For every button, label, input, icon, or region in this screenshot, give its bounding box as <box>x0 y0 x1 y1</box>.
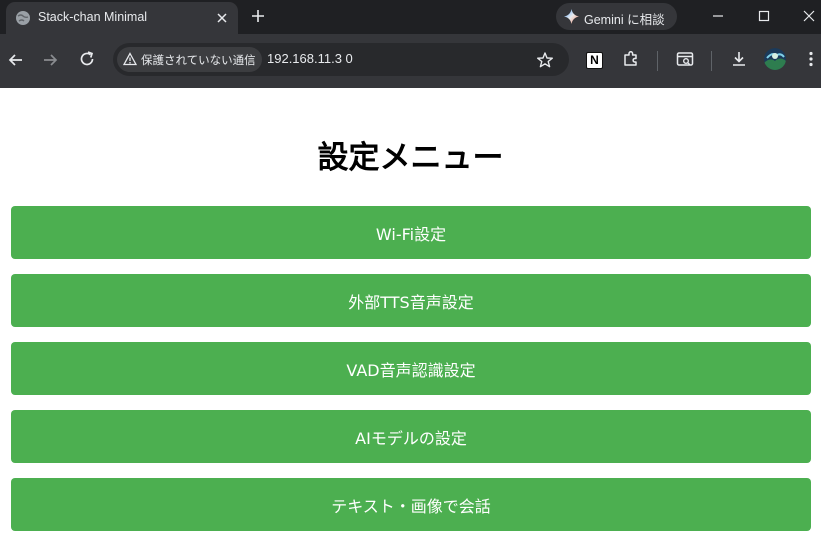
url-text[interactable]: 192.168.11.3 0 <box>267 51 353 66</box>
new-tab-icon[interactable] <box>249 7 267 25</box>
text-image-chat-button[interactable]: テキスト・画像で会話 <box>11 478 811 531</box>
browser-toolbar: 保護されていない通信 192.168.11.3 0 N <box>0 34 821 88</box>
gemini-label: Gemini に相談 <box>584 13 665 27</box>
minimize-icon[interactable] <box>710 8 726 24</box>
more-menu-icon[interactable] <box>801 49 821 69</box>
search-tab-icon[interactable] <box>675 49 695 69</box>
warning-triangle-icon <box>123 52 137 66</box>
tts-settings-button[interactable]: 外部TTS音声設定 <box>11 274 811 327</box>
bookmark-star-icon[interactable] <box>536 51 554 69</box>
toolbar-separator <box>711 51 712 71</box>
security-chip[interactable]: 保護されていない通信 <box>117 47 262 72</box>
page-content: 設定メニュー Wi-Fi設定 外部TTS音声設定 VAD音声認識設定 AIモデル… <box>0 88 821 540</box>
gemini-button[interactable]: Gemini に相談 <box>556 3 677 30</box>
tab-title: Stack-chan Minimal <box>38 10 148 24</box>
toolbar-separator <box>657 51 658 71</box>
reload-icon[interactable] <box>77 49 97 69</box>
vad-settings-button[interactable]: VAD音声認識設定 <box>11 342 811 395</box>
close-window-icon[interactable] <box>801 8 817 24</box>
page-title: 設定メニュー <box>317 140 504 176</box>
globe-icon <box>16 11 30 25</box>
browser-tab-strip: Stack-chan Minimal Gemini に相談 <box>0 0 821 34</box>
maximize-icon[interactable] <box>756 8 772 24</box>
download-icon[interactable] <box>729 49 749 69</box>
ai-model-settings-button[interactable]: AIモデルの設定 <box>11 410 811 463</box>
browser-tab[interactable]: Stack-chan Minimal <box>6 2 238 34</box>
close-tab-icon[interactable] <box>214 10 230 26</box>
wifi-settings-button[interactable]: Wi-Fi設定 <box>11 206 811 259</box>
profile-avatar[interactable] <box>764 48 786 70</box>
back-arrow-icon[interactable] <box>6 50 26 70</box>
extensions-puzzle-icon[interactable] <box>621 49 641 69</box>
notion-extension-icon[interactable]: N <box>586 52 603 69</box>
address-bar[interactable]: 保護されていない通信 192.168.11.3 0 <box>113 43 569 76</box>
gemini-sparkle-icon <box>564 9 579 24</box>
security-label: 保護されていない通信 <box>141 53 256 67</box>
forward-arrow-icon[interactable] <box>40 50 60 70</box>
